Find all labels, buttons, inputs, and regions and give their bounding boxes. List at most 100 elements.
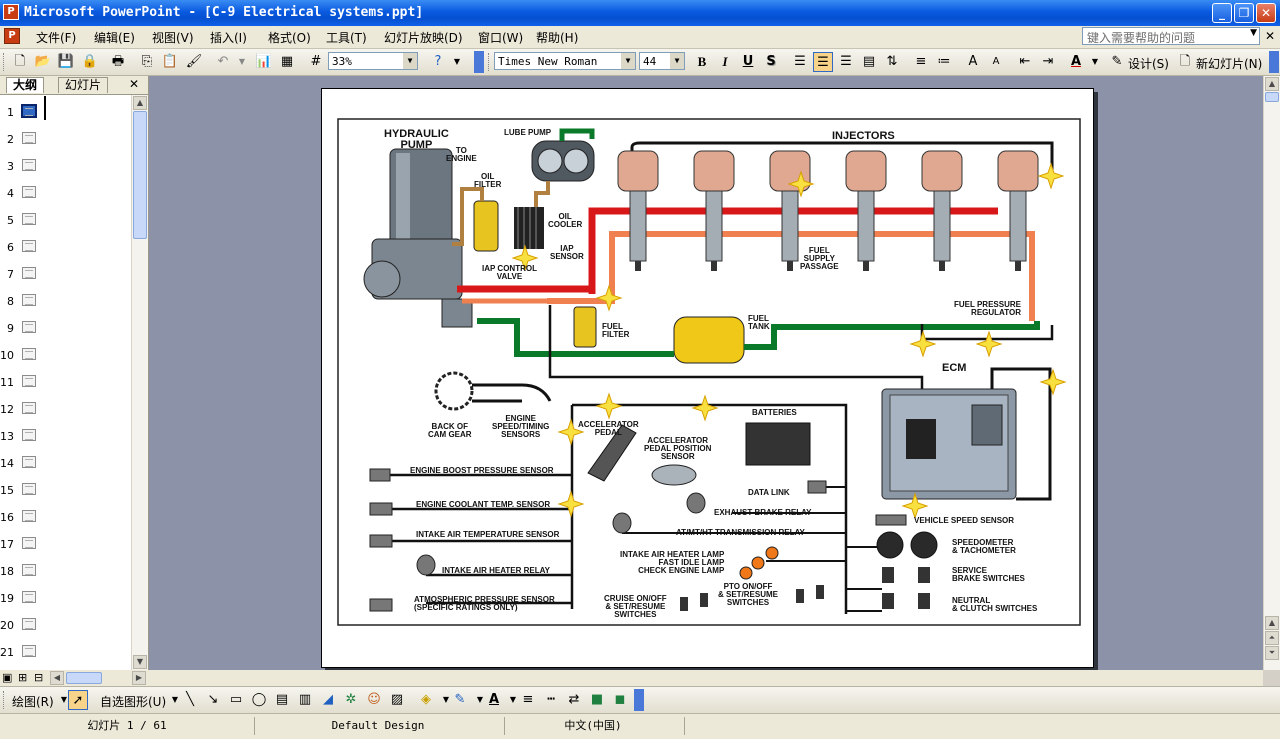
arrow-style-icon[interactable]: ⇄ — [564, 690, 584, 710]
slide-outline-item[interactable]: 3 — [0, 154, 130, 181]
design-button[interactable]: 设计(S) — [1128, 55, 1169, 72]
italic-button[interactable]: I — [715, 52, 735, 72]
align-left-icon[interactable]: ☰ — [790, 52, 810, 72]
open-icon[interactable]: 📂 — [33, 52, 53, 72]
toolbar-overflow-button[interactable] — [634, 689, 644, 711]
permission-icon[interactable]: 🔒 — [80, 52, 100, 72]
font-color-icon[interactable]: A — [484, 690, 504, 710]
toolbar-grip[interactable] — [488, 53, 492, 71]
slide-icon[interactable] — [22, 132, 36, 144]
slide-icon[interactable] — [22, 591, 36, 603]
slide-icon[interactable] — [22, 618, 36, 630]
slide-sorter-view-icon[interactable]: ⊞ — [18, 671, 27, 684]
slide-outline-item[interactable]: 7 — [0, 262, 130, 289]
pane-close-icon[interactable]: ✕ — [129, 77, 139, 91]
fill-color-icon[interactable]: ◈ — [416, 690, 436, 710]
slide-icon[interactable] — [22, 645, 36, 657]
scroll-thumb[interactable] — [133, 111, 147, 239]
slide-icon[interactable] — [22, 240, 36, 252]
picture-icon[interactable]: ▨ — [387, 690, 407, 710]
bold-button[interactable]: B — [692, 52, 712, 72]
slide-outline-item[interactable]: 20 — [0, 613, 130, 640]
slide-icon[interactable] — [21, 104, 37, 118]
scroll-up-icon[interactable]: ▲ — [1265, 616, 1279, 630]
line-color-icon[interactable]: ✎ — [450, 690, 470, 710]
grid-icon[interactable]: # — [306, 52, 326, 72]
line-icon[interactable]: ╲ — [180, 690, 200, 710]
insert-chart-icon[interactable]: 📊 — [254, 52, 274, 72]
new-slide-button[interactable]: 新幻灯片(N) — [1196, 55, 1262, 72]
slide-icon[interactable] — [22, 402, 36, 414]
text-direction-icon[interactable]: ⇅ — [882, 52, 902, 72]
menu-view[interactable]: 视图(V) — [152, 29, 194, 46]
paste-icon[interactable]: 📋 — [160, 52, 180, 72]
font-color-dropdown-icon[interactable]: ▼ — [1085, 52, 1105, 72]
previous-slide-icon[interactable]: ⏶ — [1265, 631, 1279, 645]
slide-icon[interactable] — [22, 564, 36, 576]
numbering-icon[interactable]: ≡ — [911, 52, 931, 72]
shadow-button[interactable]: S — [761, 52, 781, 72]
align-center-icon[interactable]: ☰ — [813, 52, 833, 72]
slide-outline-item[interactable]: 5 — [0, 208, 130, 235]
slide-icon[interactable] — [22, 456, 36, 468]
minimize-button[interactable]: _ — [1212, 3, 1232, 23]
scroll-thumb[interactable] — [66, 672, 102, 684]
slide-icon[interactable] — [22, 294, 36, 306]
oval-icon[interactable]: ◯ — [249, 690, 269, 710]
shadow-style-icon[interactable]: ■ — [587, 690, 607, 710]
slide-icon[interactable] — [22, 510, 36, 522]
menu-format[interactable]: 格式(O) — [268, 29, 311, 46]
toolbar-grip[interactable] — [3, 691, 7, 709]
arrow-icon[interactable]: ↘ — [203, 690, 223, 710]
textbox-icon[interactable]: ▤ — [272, 690, 292, 710]
scroll-right-icon[interactable]: ▶ — [132, 671, 146, 685]
diagram-icon[interactable]: ✲ — [341, 690, 361, 710]
tab-outline[interactable]: 大纲 — [6, 77, 45, 93]
font-name-select[interactable]: Times New Roman ▼ — [494, 52, 636, 70]
font-color-icon[interactable]: A — [1066, 52, 1086, 72]
maximize-button[interactable]: ❐ — [1234, 3, 1254, 23]
scroll-left-icon[interactable]: ◀ — [50, 671, 64, 685]
dash-style-icon[interactable]: ┅ — [541, 690, 561, 710]
increase-font-icon[interactable]: A — [963, 52, 983, 72]
slide-outline-item[interactable]: 16 — [0, 505, 130, 532]
wordart-icon[interactable]: ◢ — [318, 690, 338, 710]
chevron-down-icon[interactable]: ▼ — [670, 53, 684, 69]
slide-outline-item[interactable]: 2 — [0, 127, 130, 154]
main-horizontal-scrollbar[interactable] — [149, 670, 1263, 686]
slide-icon[interactable] — [22, 321, 36, 333]
align-right-icon[interactable]: ☰ — [836, 52, 856, 72]
chevron-down-icon[interactable]: ▼ — [1250, 28, 1257, 38]
menu-insert[interactable]: 插入(I) — [210, 29, 247, 46]
decrease-indent-icon[interactable]: ⇤ — [1015, 52, 1035, 72]
clipart-icon[interactable]: ☺ — [364, 690, 384, 710]
slide-outline-item[interactable]: 11 — [0, 370, 130, 397]
slideshow-view-icon[interactable]: ⊟ — [34, 671, 43, 684]
autoshapes-button[interactable]: 自选图形(U) — [100, 693, 166, 710]
slide-outline-item[interactable]: 1 — [0, 96, 130, 127]
powerpoint-app-icon[interactable]: P — [3, 4, 19, 20]
slide-icon[interactable] — [22, 159, 36, 171]
toolbar-grip[interactable] — [3, 53, 7, 71]
slide-icon[interactable] — [22, 186, 36, 198]
slide-outline-item[interactable]: 8 — [0, 289, 130, 316]
help-search-input[interactable]: 键入需要帮助的问题 ▼ — [1082, 27, 1260, 45]
design-icon[interactable]: ✎ — [1107, 52, 1127, 72]
chevron-down-icon[interactable]: ▼ — [621, 53, 635, 69]
font-size-select[interactable]: 44 ▼ — [639, 52, 685, 70]
line-style-icon[interactable]: ≡ — [518, 690, 538, 710]
3d-style-icon[interactable]: ◼ — [610, 690, 630, 710]
toolbar-overflow-button[interactable] — [1269, 51, 1279, 73]
slide-icon[interactable] — [22, 267, 36, 279]
slide-icon[interactable] — [22, 429, 36, 441]
menu-edit[interactable]: 编辑(E) — [94, 29, 135, 46]
slide-outline-item[interactable]: 6 — [0, 235, 130, 262]
slide-outline-item[interactable]: 12 — [0, 397, 130, 424]
normal-view-icon[interactable]: ▣ — [2, 671, 12, 684]
menu-slideshow[interactable]: 幻灯片放映(D) — [384, 29, 463, 46]
toolbar-options-icon[interactable]: ▼ — [447, 52, 467, 72]
main-vertical-scrollbar[interactable]: ▲ ▲ ⏶ ⏷ — [1263, 76, 1280, 670]
scroll-thumb[interactable] — [1265, 92, 1279, 102]
help-icon[interactable]: ? — [428, 52, 448, 72]
slide-outline-item[interactable]: 21 — [0, 640, 130, 667]
